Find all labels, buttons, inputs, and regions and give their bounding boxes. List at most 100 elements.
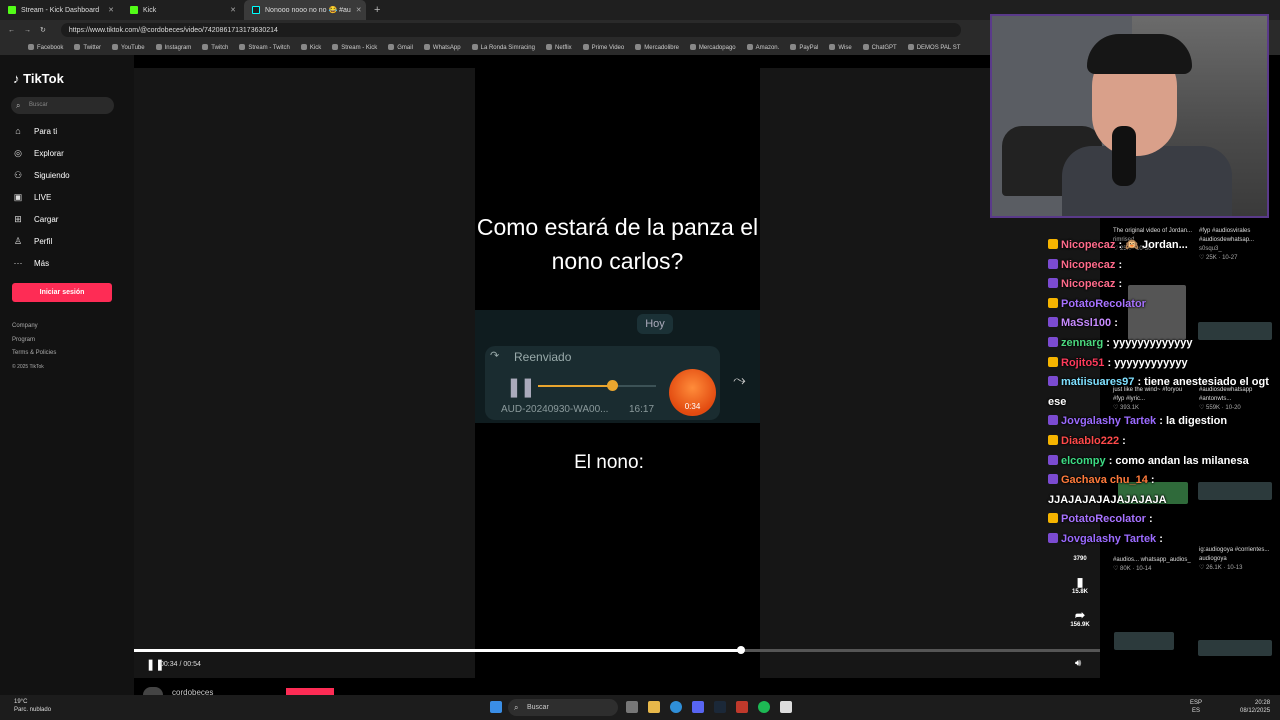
browser-tab-tiktok[interactable]: Nonooo nooo no no 😂 #au ✕ [244, 0, 366, 20]
search-input[interactable]: ⌕ Buscar [11, 97, 114, 114]
chat-username[interactable]: Nicopecaz [1061, 278, 1115, 290]
bookmark-icon [112, 44, 119, 50]
app-icon[interactable] [736, 701, 748, 713]
bookmark-item[interactable]: Facebook [28, 44, 63, 51]
bookmark-item[interactable]: La Ronda Simracing [471, 44, 535, 51]
bookmark-item[interactable]: Mercadolibre [635, 44, 679, 51]
nav-item-explorar[interactable]: ◎ Explorar [12, 148, 64, 159]
chat-username[interactable]: matiisuares97 [1061, 376, 1134, 388]
chat-username[interactable]: Jovgalashy Tartek [1061, 415, 1156, 427]
nav-item-cargar[interactable]: ⊞ Cargar [12, 214, 58, 225]
address-bar[interactable]: https://www.tiktok.com/@cordobeces/video… [60, 23, 961, 37]
bookmark-item[interactable]: Amazon. [746, 44, 779, 51]
author-avatar[interactable] [143, 687, 163, 695]
chat-username[interactable]: Rojito51 [1061, 357, 1104, 369]
bookmark-item[interactable]: DEMOS PAL ST [907, 44, 960, 51]
bookmark-item[interactable]: Twitter [74, 44, 101, 51]
nav-item-más[interactable]: ··· Más [12, 258, 50, 268]
nav-item-para-ti[interactable]: ⌂ Para ti [12, 126, 57, 136]
windows-start-icon[interactable] [490, 701, 502, 713]
chat-username[interactable]: zennarg [1061, 337, 1103, 349]
bookmark-item[interactable]: Prime Video [582, 44, 624, 51]
bookmark-item[interactable]: Mercadopago [689, 44, 736, 51]
clock[interactable]: 20:28 08/12/2025 [1240, 699, 1270, 715]
chat-username[interactable]: Nicopecaz [1061, 239, 1115, 251]
bookmark-button[interactable]: ▮ 15.8K [1066, 575, 1094, 595]
bookmark-item[interactable]: Stream - Twitch [239, 44, 290, 51]
task-view-icon[interactable] [626, 701, 638, 713]
tiktok-sidebar: ♪ TikTok ⌕ Buscar ⌂ Para ti ◎ Explorar ⚇ Sigu… [0, 55, 134, 695]
tiktok-logo[interactable]: ♪ TikTok [13, 71, 64, 86]
share-count: 156.9K [1070, 622, 1090, 628]
related-date: 10-13 [1227, 565, 1243, 571]
back-icon[interactable]: ← [8, 27, 15, 34]
bookmark-item[interactable]: Kick [300, 44, 321, 51]
nav-label: Más [34, 258, 50, 268]
bookmark-label: WhatsApp [432, 45, 461, 51]
chat-username[interactable]: Diaablo222 [1061, 435, 1119, 447]
nav-item-live[interactable]: ▣ LIVE [12, 192, 52, 203]
clock-date: 08/12/2025 [1240, 708, 1271, 714]
browser-tab-kick-dashboard[interactable]: Stream - Kick Dashboard ✕ [0, 0, 122, 20]
bookmark-icon [423, 44, 430, 50]
chat-username[interactable]: PotatoRecolator [1061, 513, 1146, 525]
comment-button[interactable]: 3790 [1066, 556, 1094, 562]
steam-icon[interactable] [714, 701, 726, 713]
login-button[interactable]: Iniciar sesión [12, 283, 112, 302]
chat-username[interactable]: PotatoRecolator [1061, 298, 1146, 310]
related-thumbnail[interactable] [1114, 632, 1174, 650]
footer-link[interactable]: Program [12, 337, 35, 343]
bookmark-item[interactable]: Netflix [545, 44, 572, 51]
forward-share-icon: ⤳ [733, 372, 746, 389]
edge-icon[interactable] [670, 701, 682, 713]
discord-icon[interactable] [692, 701, 704, 713]
close-icon[interactable]: ✕ [108, 6, 114, 14]
weather-widget[interactable]: 19°C Parc. nublado [14, 698, 51, 714]
lang-label: ESP [1190, 700, 1203, 706]
bookmark-item[interactable]: Instagram [155, 44, 192, 51]
chat-username[interactable]: Gachava chu_14 [1061, 474, 1148, 486]
nav-item-perfil[interactable]: ♙ Perfil [12, 236, 52, 247]
volume-icon[interactable]: 🔊︎ [1075, 658, 1081, 669]
close-icon[interactable]: ✕ [230, 6, 236, 14]
footer-link[interactable]: Company [12, 323, 38, 329]
reload-icon[interactable]: ↻ [40, 26, 46, 34]
bookmark-item[interactable]: PayPal [790, 44, 818, 51]
chat-text: : [1122, 434, 1126, 447]
bookmark-label: Stream - Kick [341, 45, 378, 51]
footer-link[interactable]: Terms & Policies [12, 350, 56, 356]
forward-icon[interactable]: → [24, 27, 31, 34]
bookmark-item[interactable]: Wise [829, 44, 852, 51]
chat-username[interactable]: Jovgalashy Tartek [1061, 533, 1156, 545]
spotify-icon[interactable] [758, 701, 770, 713]
language-indicator[interactable]: ESP ES [1190, 699, 1202, 715]
close-icon[interactable]: ✕ [356, 6, 362, 14]
nav-item-siguiendo[interactable]: ⚇ Siguiendo [12, 170, 70, 181]
related-video[interactable]: ig:audiogoya #corrientes... audiogoya ♡ … [1199, 546, 1279, 573]
bookmark-item[interactable]: YouTube [112, 44, 145, 51]
video-time: 00:34 / 00:54 [160, 661, 201, 668]
new-tab-button[interactable]: + [366, 4, 388, 16]
chat-badge-icon [1048, 356, 1058, 367]
bookmark-item[interactable]: ChatGPT [862, 44, 897, 51]
file-explorer-icon[interactable] [648, 701, 660, 713]
bookmark-item[interactable]: Stream - Kick [332, 44, 377, 51]
follow-button[interactable] [286, 688, 334, 695]
bookmark-item[interactable]: Gmail [388, 44, 413, 51]
chat-username[interactable]: Nicopecaz [1061, 259, 1115, 271]
related-thumbnail[interactable] [1198, 640, 1272, 656]
video-progress-knob[interactable] [737, 646, 745, 654]
bookmark-item[interactable]: Twitch [202, 44, 228, 51]
related-video[interactable]: #audios... whatsapp_audios_ ♡ 80K · 10-1… [1113, 556, 1193, 574]
browser-tab-kick[interactable]: Kick ✕ [122, 0, 244, 20]
chat-username[interactable]: elcompy [1061, 455, 1106, 467]
share-button[interactable]: ➦ 156.9K [1066, 608, 1094, 628]
chat-text: : yyyyyyyyyyyyy [1106, 336, 1193, 349]
bookmark-item[interactable]: WhatsApp [423, 44, 461, 51]
taskbar-search[interactable]: ⌕ Buscar [508, 699, 618, 716]
bookmark-label: Instagram [164, 45, 192, 51]
chrome-icon[interactable] [780, 701, 792, 713]
chat-username[interactable]: MaSsl100 [1061, 317, 1111, 329]
chat-badge-icon [1048, 434, 1058, 445]
bookmark-icon [635, 44, 642, 50]
